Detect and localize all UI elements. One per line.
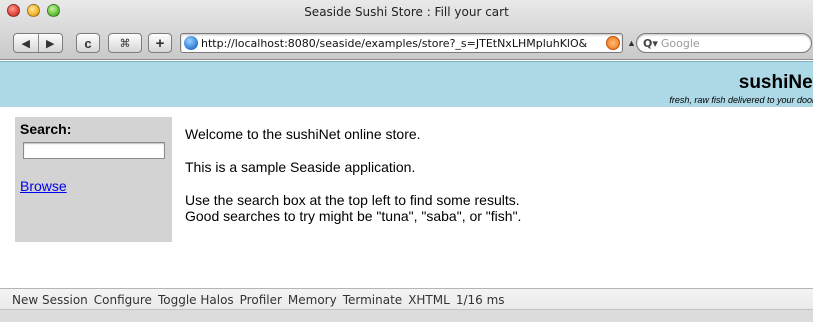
new-session-link[interactable]: New Session <box>12 293 88 307</box>
back-forward-buttons: ◀ ▶ <box>13 33 63 53</box>
main-content: Welcome to the sushiNet online store. Th… <box>185 126 795 224</box>
search-icon: Q▾ <box>643 36 658 50</box>
snapback-button[interactable]: ⌘ <box>108 33 142 53</box>
browser-search-field[interactable]: Q▾ Google <box>636 33 812 53</box>
sample-text: This is a sample Seaside application. <box>185 159 416 175</box>
back-button[interactable]: ◀ <box>14 34 39 52</box>
profiler-link[interactable]: Profiler <box>240 293 282 307</box>
url-text: http://localhost:8080/seaside/examples/s… <box>201 36 588 50</box>
welcome-text: Welcome to the sushiNet online store. <box>185 126 421 142</box>
forward-button[interactable]: ▶ <box>39 34 63 52</box>
render-timing: 1/16 ms <box>455 293 505 307</box>
brand-tagline: fresh, raw fish delivered to your door <box>669 95 813 105</box>
status-bar <box>0 309 813 322</box>
rss-icon[interactable] <box>606 36 620 50</box>
url-bar[interactable]: http://localhost:8080/seaside/examples/s… <box>180 33 623 53</box>
xhtml-link[interactable]: XHTML <box>408 293 450 307</box>
terminate-link[interactable]: Terminate <box>343 293 402 307</box>
browser-titlebar: Seaside Sushi Store : Fill your cart ◀ ▶… <box>0 0 813 60</box>
toggle-halos-link[interactable]: Toggle Halos <box>158 293 234 307</box>
sidebar: Search: Browse <box>15 117 172 242</box>
search-label: Search: <box>20 121 72 137</box>
window-title: Seaside Sushi Store : Fill your cart <box>304 5 509 19</box>
search-input[interactable] <box>23 142 165 159</box>
url-dropdown-icon[interactable]: ▲ <box>627 38 636 48</box>
instructions-line-1: Use the search box at the top left to fi… <box>185 192 520 208</box>
browse-link[interactable]: Browse <box>20 178 67 194</box>
search-placeholder: Google <box>660 36 700 50</box>
seaside-toolbar-links: New Session Configure Toggle Halos Profi… <box>12 293 505 307</box>
instructions-line-2: Good searches to try might be "tuna", "s… <box>185 208 522 224</box>
memory-link[interactable]: Memory <box>288 293 337 307</box>
brand-title: sushiNet <box>738 72 813 93</box>
reload-button[interactable]: c <box>76 33 100 53</box>
add-bookmark-button[interactable]: + <box>148 33 172 53</box>
configure-link[interactable]: Configure <box>94 293 152 307</box>
globe-icon <box>184 36 198 50</box>
store-header: sushiNet fresh, raw fish delivered to yo… <box>0 61 813 107</box>
seaside-toolbar: New Session Configure Toggle Halos Profi… <box>0 288 813 322</box>
